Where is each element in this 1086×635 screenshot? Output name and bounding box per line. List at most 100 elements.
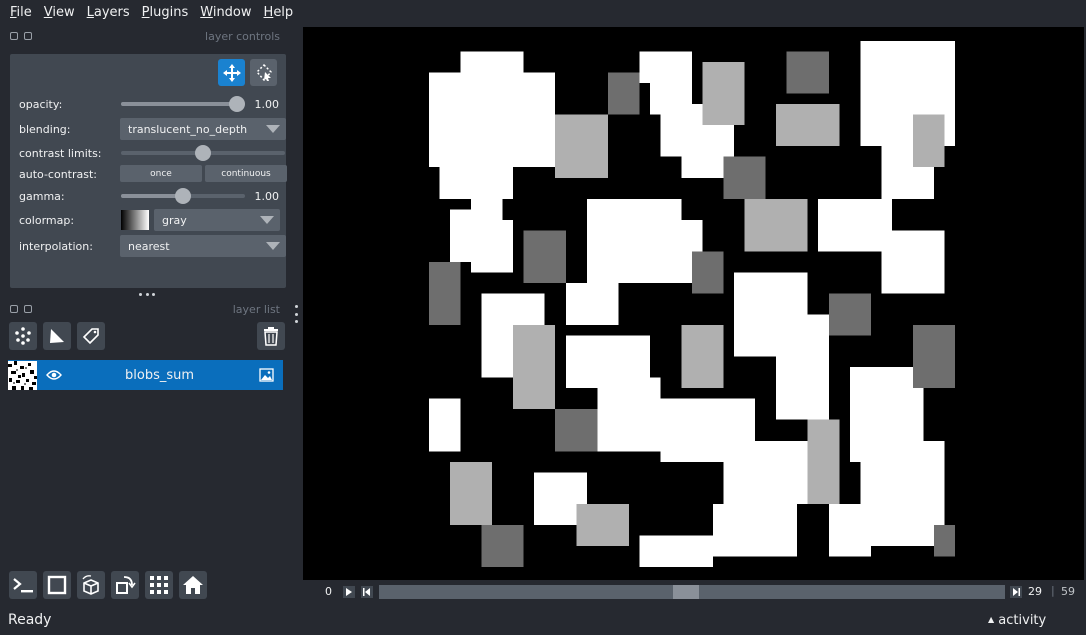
tag-icon — [82, 328, 99, 345]
opacity-slider[interactable] — [121, 96, 245, 112]
splitter-handle[interactable] — [139, 291, 155, 297]
pan-zoom-button[interactable] — [218, 59, 245, 86]
eye-icon[interactable] — [46, 369, 62, 381]
blending-label: blending: — [19, 122, 71, 136]
opacity-slider-handle[interactable] — [229, 96, 245, 112]
dims-slider-bar: 0 29 | 59 — [303, 582, 1084, 602]
chevron-down-icon — [266, 242, 280, 250]
transpose-dims-button[interactable] — [111, 571, 139, 599]
activity-button[interactable]: ▲ activity — [988, 613, 1046, 628]
colormap-select[interactable]: gray — [154, 209, 280, 231]
blending-row: blending: translucent_no_depth — [19, 118, 286, 140]
menu-help[interactable]: Help — [258, 5, 300, 20]
blending-select[interactable]: translucent_no_depth — [120, 118, 286, 140]
dim-max-value: 59 — [1061, 585, 1075, 598]
dim-current-value: 0 — [325, 585, 332, 598]
contrast-row: contrast limits: — [19, 143, 285, 163]
opacity-row: opacity: 1.00 — [19, 94, 279, 114]
roll-dims-button[interactable] — [77, 571, 105, 599]
grid-icon — [150, 576, 168, 594]
interpolation-select[interactable]: nearest — [120, 235, 286, 257]
contrast-slider[interactable] — [121, 145, 285, 161]
close-dock-icon[interactable] — [10, 32, 18, 40]
shapes-icon — [50, 329, 64, 343]
gamma-slider[interactable] — [121, 188, 245, 204]
blobs-image — [429, 41, 955, 567]
menubar: File View Layers Plugins Window Help — [0, 0, 1086, 24]
home-icon — [183, 576, 203, 594]
menu-plugins[interactable]: Plugins — [136, 5, 195, 20]
viewer-canvas[interactable] — [303, 27, 1084, 580]
colormap-value: gray — [162, 213, 187, 227]
cube-rotate-icon — [82, 575, 99, 595]
autocontrast-once-button[interactable]: once — [120, 165, 202, 182]
step-forward-button[interactable] — [1010, 586, 1022, 598]
caret-up-icon: ▲ — [988, 615, 995, 624]
new-points-layer-button[interactable] — [9, 322, 37, 350]
square-icon — [47, 575, 67, 595]
terminal-icon — [13, 578, 33, 593]
status-text: Ready — [8, 612, 52, 628]
new-shapes-layer-button[interactable] — [43, 322, 71, 350]
gamma-label: gamma: — [19, 189, 65, 203]
delete-layer-button[interactable] — [257, 322, 285, 350]
interpolation-value: nearest — [128, 239, 170, 253]
dims-slider-track[interactable] — [379, 585, 1005, 599]
autocontrast-label: auto-contrast: — [19, 167, 98, 181]
layer-list-header: layer list — [0, 301, 286, 317]
grid-view-button[interactable] — [145, 571, 173, 599]
move-arrows-icon — [222, 63, 241, 82]
colormap-swatch — [121, 210, 149, 230]
layer-item-blobs-sum[interactable]: blobs_sum — [8, 360, 283, 390]
colormap-label: colormap: — [19, 213, 75, 227]
transform-button[interactable] — [250, 59, 277, 86]
autocontrast-row: auto-contrast: once continuous — [19, 164, 287, 184]
gamma-value: 1.00 — [254, 189, 280, 203]
dim-position-value[interactable]: 29 — [1028, 585, 1042, 598]
layer-controls-title: layer controls — [205, 29, 280, 43]
colormap-row: colormap: gray — [19, 209, 280, 231]
menu-window[interactable]: Window — [194, 5, 257, 20]
activity-label: activity — [998, 613, 1047, 628]
new-labels-layer-button[interactable] — [77, 322, 105, 350]
toggle-ndisplay-button[interactable] — [43, 571, 71, 599]
menu-view[interactable]: View — [38, 5, 81, 20]
trash-icon — [264, 327, 278, 346]
dim-separator: | — [1051, 584, 1055, 597]
chevron-down-icon — [260, 216, 274, 224]
opacity-label: opacity: — [19, 97, 63, 111]
opacity-slider-fill — [121, 102, 237, 106]
close-dock-icon[interactable] — [10, 305, 18, 313]
blending-value: translucent_no_depth — [128, 122, 248, 136]
float-dock-icon[interactable] — [24, 305, 32, 313]
image-icon — [259, 368, 274, 382]
autocontrast-continuous-button[interactable]: continuous — [205, 165, 287, 182]
gamma-row: gamma: 1.00 — [19, 186, 279, 206]
float-dock-icon[interactable] — [24, 32, 32, 40]
layer-list-title: layer list — [232, 302, 280, 316]
layer-controls-panel: opacity: 1.00 blending: translucent_no_d… — [10, 54, 287, 288]
step-back-button[interactable] — [361, 586, 373, 598]
transform-icon — [255, 63, 272, 81]
menu-layers[interactable]: Layers — [81, 5, 136, 20]
layer-controls-header: layer controls — [0, 28, 286, 44]
layer-name: blobs_sum — [125, 367, 195, 383]
interpolation-label: interpolation: — [19, 239, 93, 253]
gamma-slider-fill — [121, 194, 183, 198]
skip-back-icon — [363, 588, 370, 596]
play-icon — [346, 588, 352, 596]
points-icon — [15, 327, 31, 345]
chevron-down-icon — [266, 125, 280, 133]
console-button[interactable] — [9, 571, 37, 599]
skip-forward-icon — [1013, 588, 1020, 596]
transpose-icon — [116, 576, 136, 594]
gamma-slider-handle[interactable] — [175, 188, 191, 204]
menu-file[interactable]: File — [4, 5, 38, 20]
dock-resize-handle[interactable] — [294, 305, 298, 323]
interpolation-row: interpolation: nearest — [19, 235, 286, 257]
dims-slider-handle[interactable] — [673, 585, 699, 599]
contrast-slider-handle[interactable] — [195, 145, 211, 161]
opacity-value: 1.00 — [254, 97, 280, 111]
play-button[interactable] — [343, 586, 355, 598]
reset-view-button[interactable] — [179, 571, 207, 599]
